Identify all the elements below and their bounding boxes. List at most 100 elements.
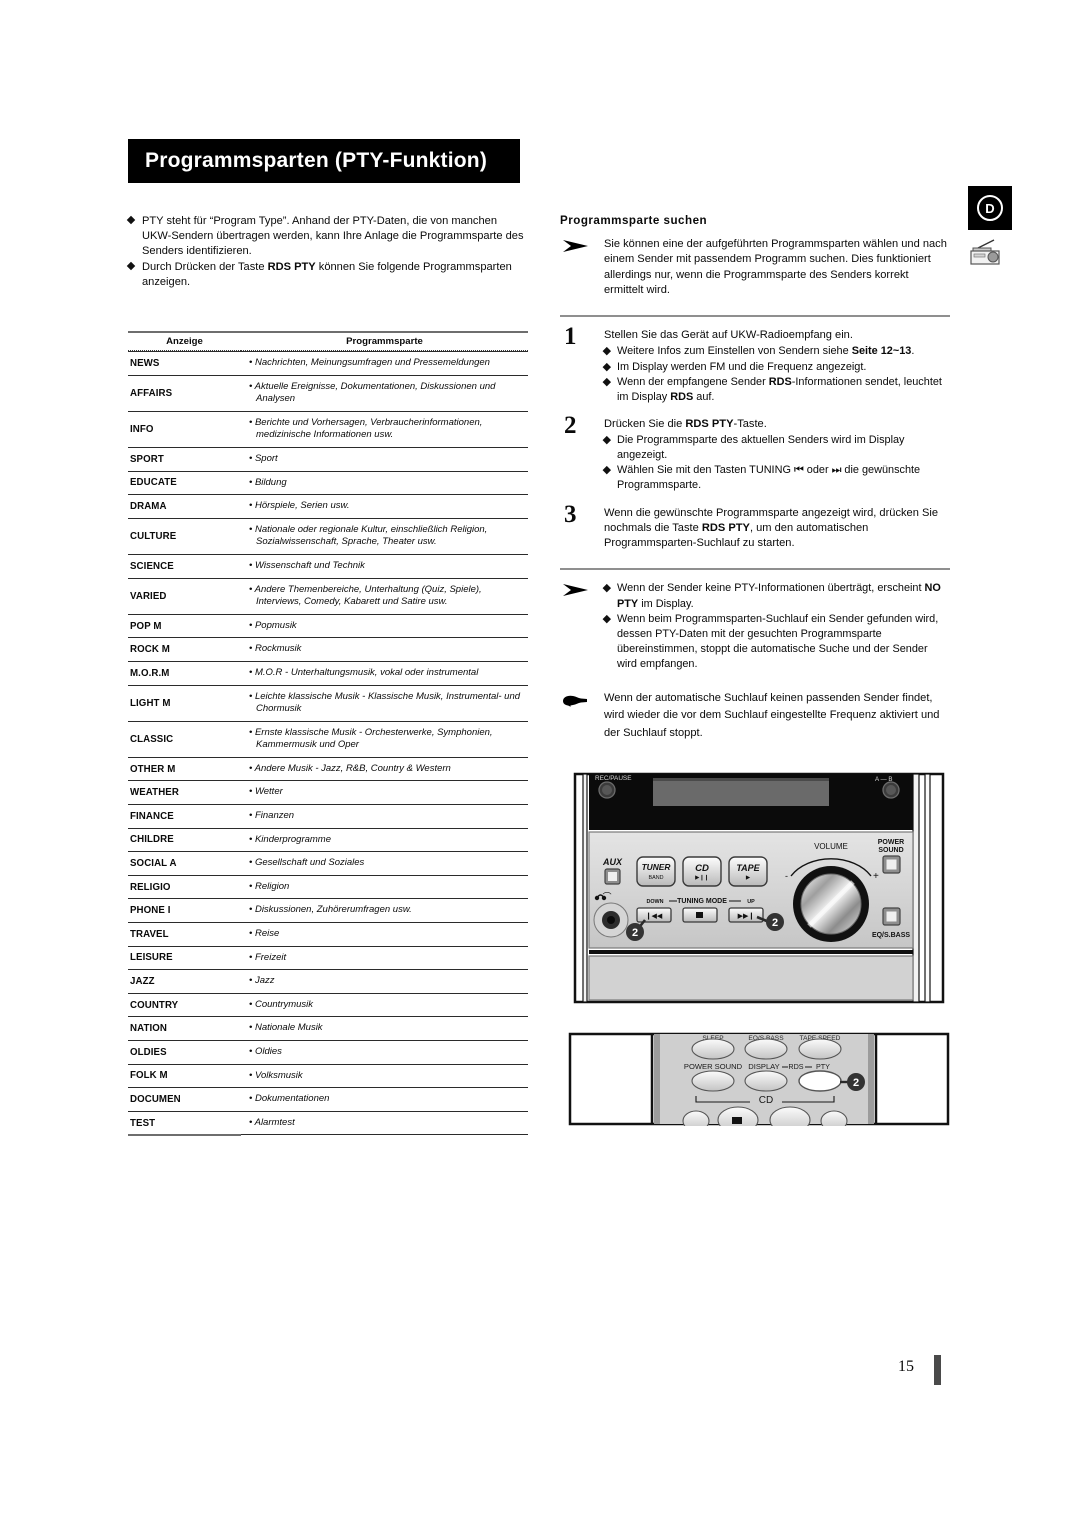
table-row: JAZZ • Jazz [128, 969, 528, 993]
diamond-bullet-icon [602, 584, 611, 593]
pty-description-text: • Leichte klassische Musik - Klassische … [249, 690, 521, 715]
pty-code-cell: OTHER M [128, 756, 241, 781]
pty-code-label: CHILDRE [130, 834, 174, 846]
footer-rule-a [128, 1134, 241, 1137]
pty-description-text: • Alarmtest [249, 1116, 295, 1128]
pty-code-label: SOCIAL A [130, 858, 177, 870]
cd-label: CD [695, 863, 709, 874]
table-row: DRAMA • Hörspiele, Serien usw. [128, 494, 528, 518]
pty-code-label: COUNTRY [130, 999, 179, 1011]
table-row: NATION • Nationale Musik [128, 1016, 528, 1040]
device-callout-number: 2 [772, 917, 778, 929]
radio-tuner-icon [970, 239, 1000, 265]
pty-description-cell: • M.O.R - Unterhaltungsmusik, vokal oder… [241, 660, 528, 685]
pty-code-cell: CLASSIC [128, 720, 241, 757]
table-header-label: Programmsparte [346, 336, 423, 347]
svg-text:❙◀◀: ❙◀◀ [646, 912, 663, 920]
pty-description-text: • Countrymusik [249, 998, 314, 1010]
arrow-note-icon [563, 240, 588, 252]
pty-description-cell: • Gesellschaft und Soziales [241, 851, 528, 875]
tuning-up-label: UP [747, 899, 755, 905]
intro-bullet: Durch Drücken der Taste RDS PTY können S… [126, 260, 528, 290]
pty-description-cell: • Dokumentationen [241, 1087, 528, 1111]
pty-description-cell: • Religion [241, 874, 528, 899]
pty-code-cell: DRAMA [128, 494, 241, 518]
page-title: Programmsparten (PTY-Funktion) [145, 149, 488, 172]
table-row: SPORT • Sport [128, 446, 528, 471]
section-heading: Programmsparte suchen [560, 214, 708, 227]
pty-code-cell: INFO [128, 410, 241, 447]
pty-description-cell: • Wetter [241, 780, 528, 804]
section-tab-letter: D [977, 195, 1003, 221]
step-bullet-text: Wählen Sie mit den Tasten TUNING ⏮ oder … [617, 464, 921, 492]
table-row: M.O.R.M • M.O.R - Unterhaltungsmusik, vok… [128, 660, 528, 685]
manual-page: Programmsparten (PTY-Funktion) D PTY ste… [0, 0, 1080, 1528]
table-footer-rule [128, 1134, 528, 1137]
table-header-row: Anzeige Programmsparte [128, 331, 528, 351]
pty-description-cell: • Volksmusik [241, 1063, 528, 1088]
svg-text:▶❙❙: ▶❙❙ [695, 874, 709, 881]
pty-code-cell: TRAVEL [128, 922, 241, 946]
pty-description-cell: • Reise [241, 922, 528, 946]
pty-description-text: • Hörspiele, Serien usw. [249, 500, 350, 512]
step-3: 3 Wenn die gewünschte Programmsparte ang… [560, 501, 950, 552]
pty-code-label: DRAMA [130, 500, 167, 512]
pty-description-cell: • Finanzen [241, 804, 528, 828]
intro-bullet: PTY steht für “Program Type”. Anhand der… [126, 214, 528, 259]
step-bullet-text: Weitere Infos zum Einstellen von Sendern… [617, 345, 915, 358]
pty-code-cell: ROCK M [128, 637, 241, 661]
pty-code-label: OLDIES [130, 1046, 167, 1058]
intro-bullet-text: Durch Drücken der Taste RDS PTY können S… [142, 261, 512, 289]
pty-code-label: CLASSIC [130, 733, 174, 745]
table-row: PHONE I • Diskussionen, Zuhörerumfragen u… [128, 898, 528, 922]
pty-code-label: FOLK M [130, 1070, 168, 1082]
pty-code-label: AFFAIRS [130, 387, 173, 399]
step-number: 3 [564, 500, 577, 528]
table-row: INFO • Berichte und Vorhersagen, Verbrauc… [128, 410, 528, 447]
hand-note-text: Wenn der automatische Suchlauf keinen pa… [604, 691, 940, 739]
step-2: 2 Drücken Sie die RDS PTY-Taste. Die Pro… [560, 412, 950, 494]
pty-description-text: • Kinderprogramme [249, 833, 331, 845]
pty-code-cell: NATION [128, 1016, 241, 1040]
pty-description-text: • Andere Musik - Jazz, R&B, Country & We… [249, 762, 451, 774]
section-divider [560, 568, 950, 571]
pty-description-cell: • Hörspiele, Serien usw. [241, 494, 528, 518]
pty-code-label: VARIED [130, 590, 167, 602]
step-lead-text: Drücken Sie die RDS PTY-Taste. [604, 417, 767, 430]
pty-code-cell: JAZZ [128, 969, 241, 993]
diamond-bullet-icon [126, 262, 136, 271]
pty-description-text: • M.O.R - Unterhaltungsmusik, vokal oder… [249, 666, 479, 678]
pty-description-cell: • Bildung [241, 470, 528, 495]
footer-rule-b [241, 1134, 528, 1136]
volume-minus: - [785, 871, 788, 881]
pty-description-text: • Nationale Musik [249, 1022, 323, 1034]
pty-code-table: Anzeige Programmsparte NEWS • Nachrichten… [128, 331, 528, 1137]
table-row: LEISURE • Freizeit [128, 945, 528, 970]
pty-code-cell: AFFAIRS [128, 374, 241, 411]
table-row: NEWS • Nachrichten, Meinungsumfragen und … [128, 351, 528, 375]
pty-code-label: CULTURE [130, 530, 177, 542]
section-divider [560, 315, 950, 318]
remote-power-sound-label: POWER SOUND [684, 1062, 743, 1071]
pty-code-label: FINANCE [130, 810, 174, 822]
pty-code-label: LIGHT M [130, 697, 171, 709]
table-row: FINANCE • Finanzen [128, 804, 528, 828]
step-1-bullets: Weitere Infos zum Einstellen von Sendern… [602, 344, 950, 404]
pty-code-label: NATION [130, 1023, 168, 1035]
pty-code-label: JAZZ [130, 976, 155, 988]
table-row: LIGHT M • Leichte klassische Musik - Klas… [128, 684, 528, 721]
table-row: VARIED • Andere Themenbereiche, Unterhalt… [128, 577, 528, 614]
rds-label: RDS [788, 1062, 803, 1071]
hand-note: Wenn der automatische Suchlauf keinen pa… [560, 690, 950, 743]
page-number: 15 [898, 1358, 914, 1375]
search-section: Programmsparte suchen Sie können eine de… [560, 214, 950, 742]
pty-description-text: • Gesellschaft und Soziales [249, 857, 365, 869]
pty-description-cell: • Andere Themenbereiche, Unterhaltung (Q… [241, 577, 528, 614]
table-header-cell-anzeige: Anzeige [128, 331, 241, 351]
table-row: POP M • Popmusik [128, 613, 528, 638]
pty-code-cell: CULTURE [128, 517, 241, 554]
table-row: SCIENCE • Wissenschaft und Technik [128, 553, 528, 578]
pty-description-cell: • Sport [241, 446, 528, 471]
note-bullet-text: Wenn beim Programmsparten-Suchlauf ein S… [617, 612, 939, 670]
pty-notes: Wenn der Sender keine PTY-Informationen … [560, 581, 950, 672]
